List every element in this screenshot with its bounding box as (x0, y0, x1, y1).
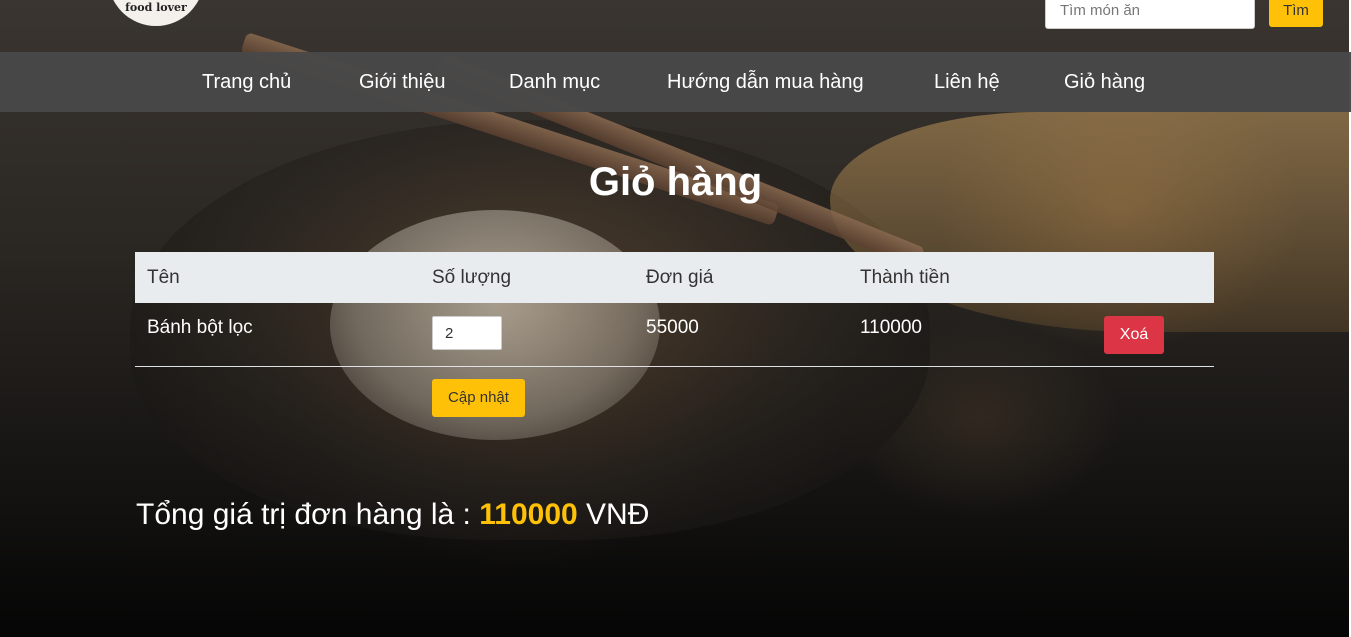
column-header-quantity: Số lượng (432, 267, 512, 288)
order-total-label: Tổng giá trị đơn hàng là : (136, 498, 471, 531)
search-button[interactable]: Tìm (1269, 0, 1323, 27)
nav-item-categories[interactable]: Danh mục (509, 52, 600, 112)
order-total-currency: VNĐ (586, 498, 650, 531)
top-header: food lover Tìm (0, 0, 1351, 52)
order-total-amount: 110000 (479, 498, 578, 531)
nav-item-about[interactable]: Giới thiệu (359, 52, 445, 112)
update-cart-button[interactable]: Cập nhật (432, 379, 525, 417)
column-header-name: Tên (147, 267, 180, 288)
item-subtotal: 110000 (860, 317, 922, 338)
nav-item-shopping-guide[interactable]: Hướng dẫn mua hàng (667, 52, 864, 112)
nav-item-cart[interactable]: Giỏ hàng (1064, 52, 1145, 112)
delete-button[interactable]: Xoá (1104, 316, 1164, 354)
nav-item-home[interactable]: Trang chủ (202, 52, 291, 112)
search-input[interactable] (1045, 0, 1255, 29)
table-row: Bánh bột lọc 55000 110000 Xoá (135, 303, 1214, 367)
column-header-unit-price: Đơn giá (646, 267, 714, 288)
nav-item-contact[interactable]: Liên hệ (934, 52, 1000, 112)
page-title: Giỏ hàng (588, 160, 763, 204)
column-header-subtotal: Thành tiền (860, 267, 950, 288)
table-header: Tên Số lượng Đơn giá Thành tiền (135, 252, 1214, 303)
main-nav: Trang chủ Giới thiệu Danh mục Hướng dẫn … (0, 52, 1351, 112)
logo-text: food lover (125, 1, 187, 14)
item-name: Bánh bột lọc (147, 317, 253, 338)
item-unit-price: 55000 (646, 317, 699, 338)
site-logo[interactable]: food lover (108, 0, 204, 26)
quantity-input[interactable] (432, 316, 502, 350)
order-total: Tổng giá trị đơn hàng là : 110000 VNĐ (136, 498, 649, 532)
cart-table: Tên Số lượng Đơn giá Thành tiền Bánh bột… (135, 252, 1214, 367)
